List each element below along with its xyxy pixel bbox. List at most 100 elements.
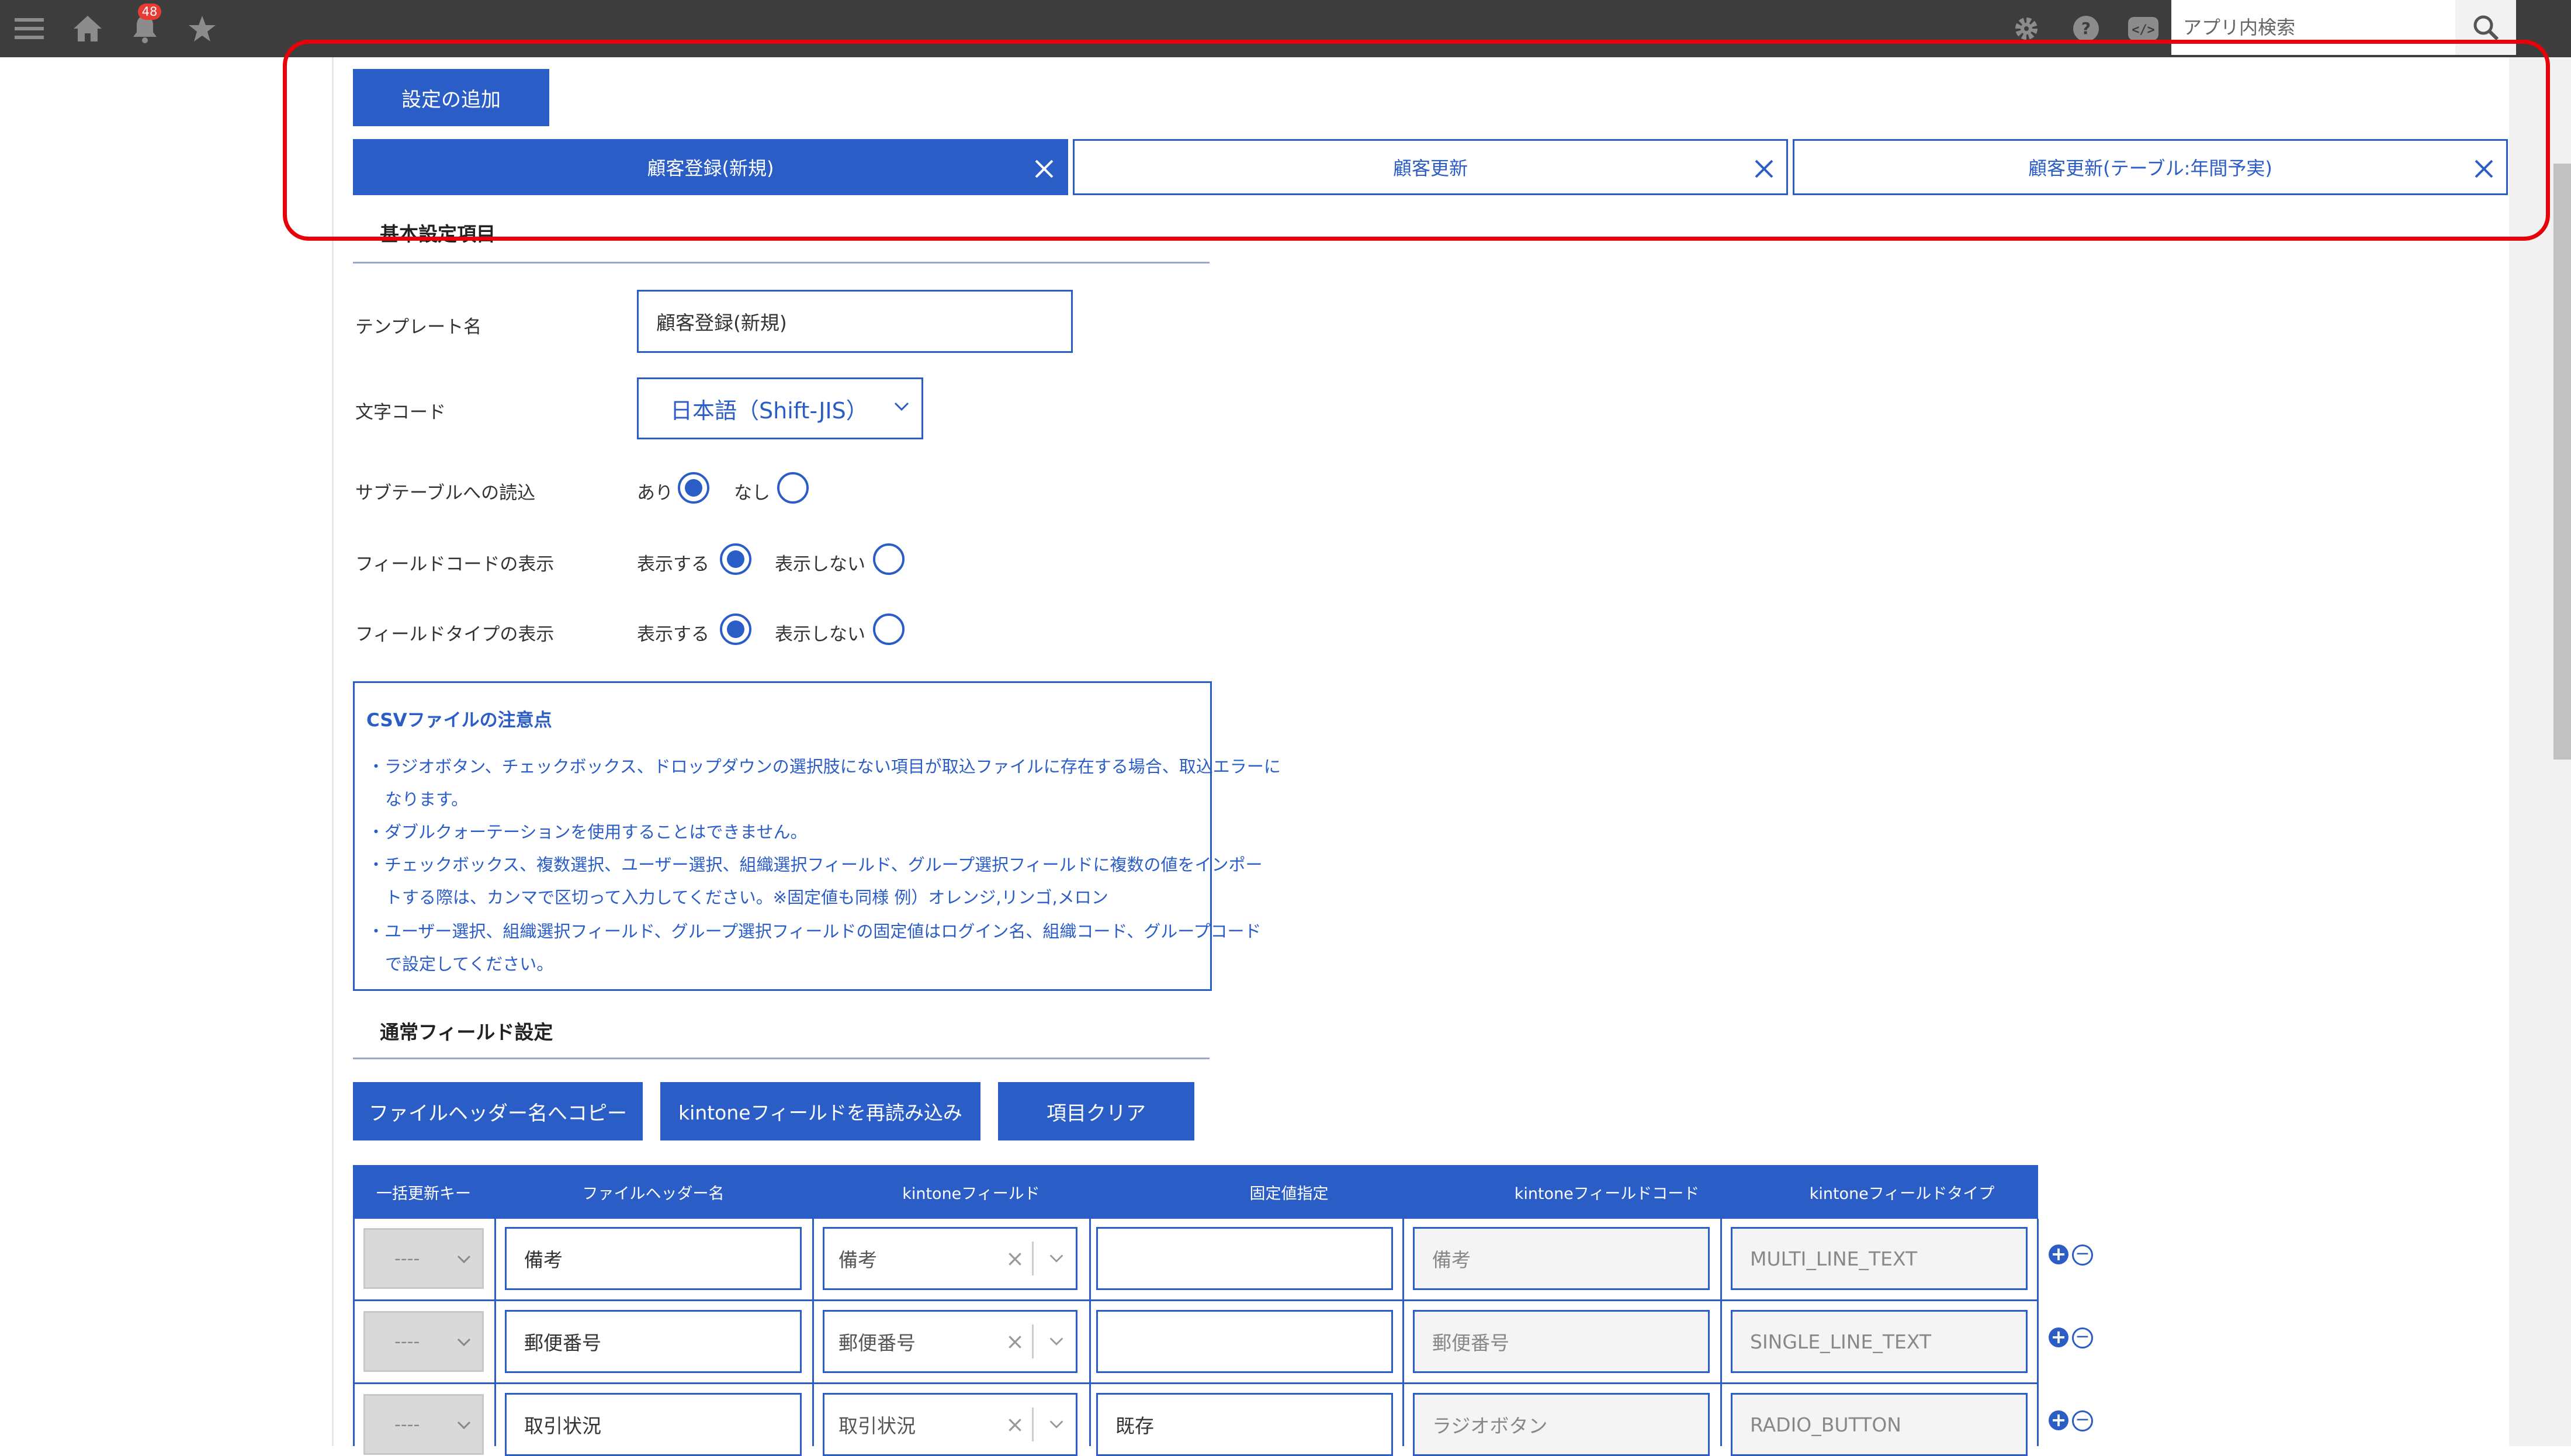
combo-separator <box>1032 1242 1034 1275</box>
combo-separator <box>1032 1408 1034 1441</box>
field-type-readonly: MULTI_LINE_TEXT <box>1731 1227 2028 1290</box>
fieldtype-show-radio[interactable] <box>720 613 751 645</box>
fieldcode-hide-radio[interactable] <box>873 543 905 575</box>
col-header-kintone-field: kintoneフィールド <box>902 1184 1040 1203</box>
chevron-down-icon[interactable] <box>1048 1229 1065 1288</box>
remove-row-icon[interactable]: − <box>2072 1244 2093 1266</box>
file-header-input[interactable]: 備考 <box>505 1227 802 1290</box>
chevron-down-icon[interactable] <box>1048 1395 1065 1454</box>
file-header-input[interactable]: 郵便番号 <box>505 1310 802 1373</box>
table-grid-line <box>1089 1219 1091 1446</box>
table-grid-line <box>1402 1219 1404 1446</box>
add-row-icon[interactable]: + <box>2049 1327 2068 1347</box>
fieldtype-show-label: 表示する <box>637 624 709 645</box>
scrollbar-thumb[interactable] <box>2553 164 2571 760</box>
search-icon <box>2473 15 2499 41</box>
kintone-field-select[interactable]: 備考 × <box>823 1227 1077 1290</box>
col-header-bulk-key: 一括更新キー <box>376 1184 471 1203</box>
subtable-yes-label: あり <box>637 483 673 504</box>
remove-row-icon[interactable]: − <box>2072 1410 2093 1431</box>
home-icon[interactable] <box>69 0 106 57</box>
fieldtype-hide-label: 表示しない <box>775 624 865 645</box>
chevron-down-icon <box>457 1255 471 1264</box>
clear-selection-icon[interactable]: × <box>1006 1229 1024 1288</box>
note-line: トする際は、カンマで区切って入力してください。※固定値も同様 例）オレンジ,リン… <box>385 888 1108 907</box>
remove-row-icon[interactable]: − <box>2072 1327 2093 1348</box>
table-grid-line <box>353 1299 2038 1301</box>
clear-selection-icon[interactable]: × <box>1006 1312 1024 1371</box>
bulk-key-select[interactable]: ---- <box>363 1228 484 1289</box>
col-header-field-code: kintoneフィールドコード <box>1514 1184 1700 1203</box>
charset-label: 文字コード <box>355 402 446 423</box>
row-operations: + − <box>2049 1327 2093 1348</box>
svg-text:</>: </> <box>2132 23 2155 37</box>
field-type-readonly: SINGLE_LINE_TEXT <box>1731 1310 2028 1373</box>
field-code-readonly: ラジオボタン <box>1413 1393 1710 1456</box>
highlight-annotation-box <box>283 40 2550 241</box>
hamburger-menu-icon[interactable] <box>12 0 47 57</box>
section-divider <box>353 1058 1210 1059</box>
section-divider <box>353 262 1210 264</box>
kintone-field-select[interactable]: 取引状況 × <box>823 1393 1077 1456</box>
svg-text:?: ? <box>2081 19 2091 38</box>
col-header-field-type: kintoneフィールドタイプ <box>1809 1184 1995 1203</box>
subtable-label: サブテーブルへの読込 <box>355 483 536 504</box>
bulk-key-select[interactable]: ---- <box>363 1311 484 1372</box>
clear-items-button[interactable]: 項目クリア <box>998 1082 1194 1140</box>
file-header-input[interactable]: 取引状況 <box>505 1393 802 1456</box>
copy-to-file-header-button[interactable]: ファイルヘッダー名へコピー <box>353 1082 643 1140</box>
subtable-yes-radio[interactable] <box>678 472 709 504</box>
field-code-readonly: 備考 <box>1413 1227 1710 1290</box>
kintone-field-value: 備考 <box>838 1249 877 1271</box>
fixed-value-input[interactable]: 既存 <box>1096 1393 1393 1456</box>
fixed-value-input[interactable] <box>1096 1227 1393 1290</box>
field-table-header: 一括更新キー ファイルヘッダー名 kintoneフィールド 固定値指定 kint… <box>353 1165 2038 1219</box>
note-line: ・ラジオボタン、チェックボックス、ドロップダウンの選択肢にない項目が取込ファイル… <box>368 757 1281 776</box>
kintone-field-value: 郵便番号 <box>838 1332 916 1354</box>
row-operations: + − <box>2049 1410 2093 1431</box>
chevron-down-icon <box>457 1338 471 1347</box>
add-row-icon[interactable]: + <box>2049 1244 2068 1264</box>
note-line: ・ダブルクォーテーションを使用することはできません。 <box>368 822 808 842</box>
table-grid-line <box>812 1219 814 1446</box>
bulk-key-value: ---- <box>394 1331 420 1352</box>
bulk-key-select[interactable]: ---- <box>363 1394 484 1455</box>
row-operations: + − <box>2049 1244 2093 1266</box>
chevron-down-icon[interactable] <box>1048 1312 1065 1371</box>
add-row-icon[interactable]: + <box>2049 1410 2068 1430</box>
kintone-field-select[interactable]: 郵便番号 × <box>823 1310 1077 1373</box>
subtable-no-radio[interactable] <box>777 472 809 504</box>
template-name-label: テンプレート名 <box>355 317 482 338</box>
favorites-star-icon[interactable] <box>185 0 220 57</box>
combo-separator <box>1032 1325 1034 1358</box>
fieldcode-show-radio[interactable] <box>720 543 751 575</box>
table-grid-line <box>1720 1219 1722 1446</box>
note-line: なります。 <box>385 789 469 809</box>
reload-kintone-fields-button[interactable]: kintoneフィールドを再読み込み <box>660 1082 980 1140</box>
table-grid-line <box>353 1382 2038 1384</box>
chevron-down-icon <box>457 1421 471 1430</box>
note-line: で設定してください。 <box>385 954 554 974</box>
fieldtype-label: フィールドタイプの表示 <box>355 624 555 645</box>
table-grid-line <box>353 1219 355 1446</box>
clear-selection-icon[interactable]: × <box>1006 1395 1024 1454</box>
fixed-value-input[interactable] <box>1096 1310 1393 1373</box>
fieldcode-hide-label: 表示しない <box>775 554 865 575</box>
normal-field-settings-title: 通常フィールド設定 <box>380 1021 553 1044</box>
col-header-fixed-value: 固定値指定 <box>1249 1184 1329 1203</box>
field-type-readonly: RADIO_BUTTON <box>1731 1393 2028 1456</box>
template-name-input[interactable]: 顧客登録(新規) <box>637 290 1073 353</box>
charset-select[interactable]: 日本語（Shift-JIS） <box>637 377 923 439</box>
fieldcode-label: フィールドコードの表示 <box>355 554 555 575</box>
bulk-key-value: ---- <box>394 1414 420 1435</box>
chevron-down-icon <box>894 402 909 411</box>
col-header-file-header: ファイルヘッダー名 <box>582 1184 725 1203</box>
field-code-readonly: 郵便番号 <box>1413 1310 1710 1373</box>
fieldtype-hide-radio[interactable] <box>873 613 905 645</box>
note-line: ・チェックボックス、複数選択、ユーザー選択、組織選択フィールド、グループ選択フィ… <box>368 855 1263 875</box>
csv-notes-title: CSVファイルの注意点 <box>366 710 552 731</box>
bulk-key-value: ---- <box>394 1248 420 1269</box>
table-grid-line <box>2037 1219 2039 1446</box>
note-line: ・ユーザー選択、組織選択フィールド、グループ選択フィールドの固定値はログイン名、… <box>368 921 1262 941</box>
notification-count-badge: 48 <box>138 4 161 20</box>
